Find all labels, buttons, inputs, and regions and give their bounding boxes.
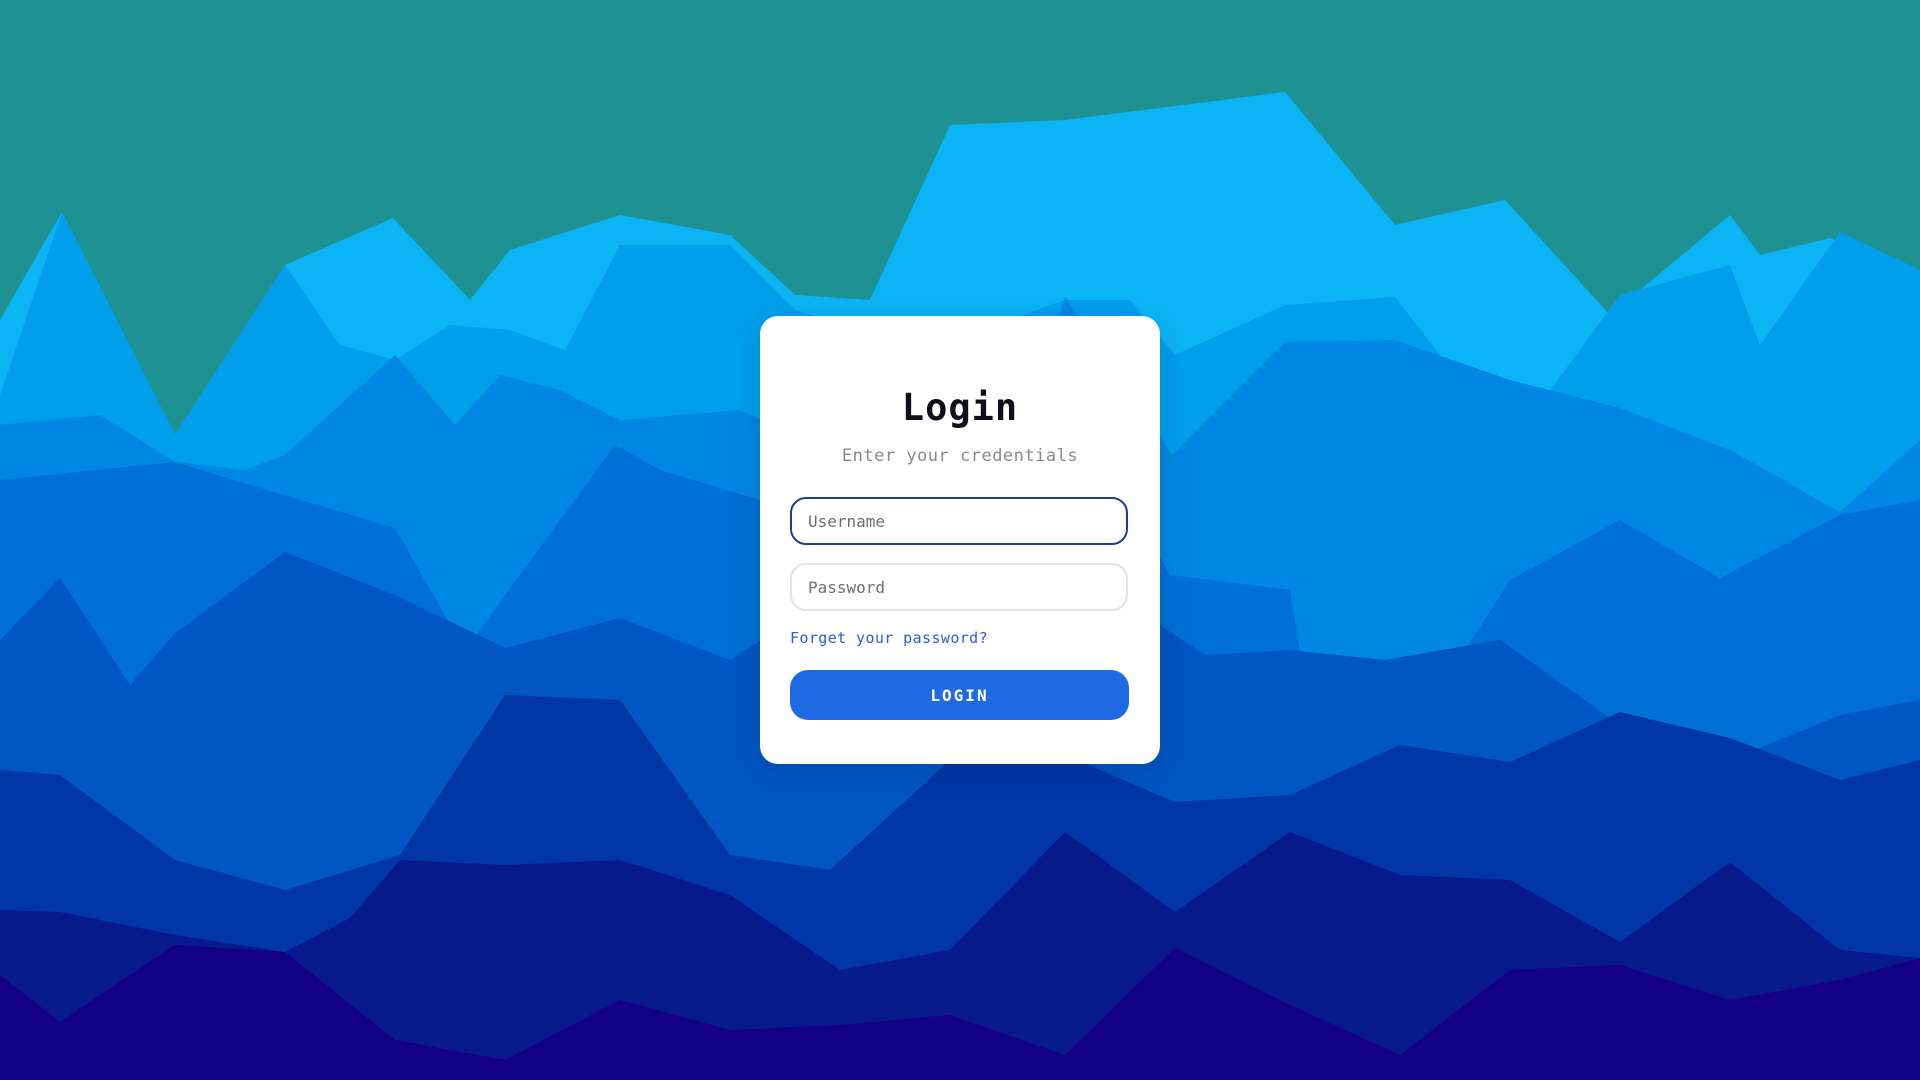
forgot-password-link[interactable]: Forget your password?: [790, 629, 988, 647]
login-title: Login: [901, 386, 1019, 429]
login-card: Login Enter your credentials Forget your…: [760, 316, 1160, 764]
login-page: Login Enter your credentials Forget your…: [0, 0, 1920, 1080]
password-input[interactable]: [790, 563, 1128, 611]
login-subtitle: Enter your credentials: [841, 446, 1079, 466]
username-input[interactable]: [790, 497, 1128, 545]
login-button[interactable]: LOGIN: [790, 670, 1129, 720]
